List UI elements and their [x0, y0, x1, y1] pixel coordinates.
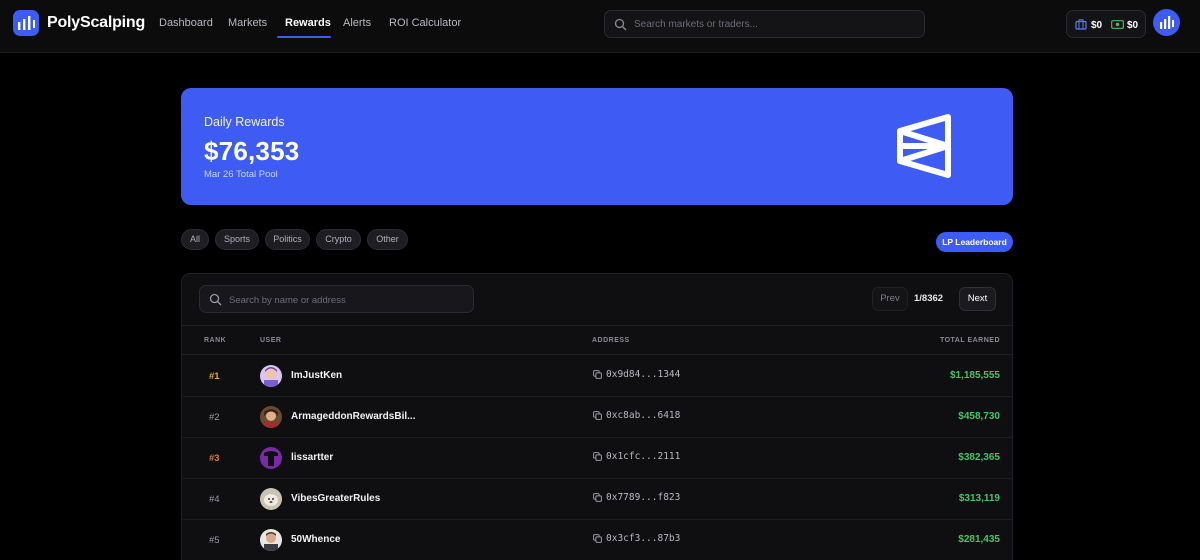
top-navbar: PolyScalping Dashboard Markets Rewards A…: [0, 0, 1200, 53]
next-page-button[interactable]: Next: [959, 287, 996, 311]
copy-icon[interactable]: [593, 493, 602, 502]
username[interactable]: ArmageddonRewardsBil...: [291, 411, 415, 422]
rank-cell: #4: [209, 494, 220, 505]
page-indicator: 1/8362: [914, 293, 944, 304]
daily-rewards-banner: Daily Rewards $76,353 Mar 26 Total Pool: [181, 88, 1013, 205]
leaderboard-search-placeholder: Search by name or address: [229, 295, 346, 306]
nav-rewards[interactable]: Rewards: [285, 17, 331, 29]
user-avatar-image: [260, 365, 282, 387]
filter-politics[interactable]: Politics: [265, 229, 310, 250]
user-avatar[interactable]: [1153, 9, 1180, 36]
leaderboard-panel: Search by name or address Prev 1/8362 Ne…: [181, 273, 1013, 560]
user-avatar-image: [260, 447, 282, 469]
table-row[interactable]: #2 ArmageddonRewardsBil... 0xc8ab...6418…: [182, 397, 1012, 438]
leaderboard-search-input[interactable]: Search by name or address: [199, 285, 474, 313]
user-avatar-image: [260, 488, 282, 510]
logo-icon[interactable]: [13, 10, 39, 36]
table-header: RANK USER ADDRESS TOTAL EARNED: [182, 325, 1012, 355]
user-avatar-image: [260, 406, 282, 428]
rank-cell: #3: [209, 453, 220, 464]
total-earned: $313,119: [958, 493, 1000, 504]
nav-active-indicator: [277, 36, 331, 38]
polymarket-logo-icon: [897, 114, 951, 178]
filter-sports[interactable]: Sports: [215, 229, 259, 250]
portfolio-value: $0: [1091, 20, 1103, 31]
header-total-earned: TOTAL EARNED: [939, 337, 1000, 344]
filter-other[interactable]: Other: [367, 229, 408, 250]
wallet-address: 0x9d84...1344: [606, 369, 681, 380]
total-earned: $1,185,555: [949, 370, 1000, 381]
nav-alerts[interactable]: Alerts: [343, 17, 371, 29]
wallet-balance[interactable]: $0 $0: [1066, 10, 1146, 38]
nav-roi-calculator[interactable]: ROI Calculator: [389, 17, 461, 29]
filter-all[interactable]: All: [181, 229, 209, 250]
search-icon: [614, 18, 627, 31]
global-search-input[interactable]: Search markets or traders...: [604, 10, 925, 38]
copy-icon[interactable]: [593, 370, 602, 379]
header-rank: RANK: [204, 337, 227, 344]
total-earned: $382,365: [958, 452, 1000, 463]
total-earned: $458,730: [958, 411, 1000, 422]
wallet-address: 0x7789...f823: [606, 492, 681, 503]
banner-label: Daily Rewards: [204, 115, 285, 129]
wallet-address: 0x3cf3...87b3: [606, 533, 681, 544]
username[interactable]: VibesGreaterRules: [291, 493, 380, 504]
brand-name[interactable]: PolyScalping: [47, 14, 145, 32]
nav-markets[interactable]: Markets: [228, 17, 267, 29]
wallet-address: 0x1cfc...2111: [606, 451, 681, 462]
user-avatar-image: [260, 529, 282, 551]
copy-icon[interactable]: [593, 534, 602, 543]
banner-subtitle: Mar 26 Total Pool: [204, 169, 278, 180]
header-address: ADDRESS: [592, 337, 630, 344]
username[interactable]: 50Whence: [291, 534, 340, 545]
wallet-address: 0xc8ab...6418: [606, 410, 681, 421]
total-earned: $281,435: [958, 534, 1000, 545]
cash-icon: [1111, 20, 1124, 29]
copy-icon[interactable]: [593, 452, 602, 461]
banner-amount: $76,353: [204, 136, 300, 166]
table-row[interactable]: #1 ImJustKen 0x9d84...1344 $1,185,555: [182, 356, 1012, 397]
search-icon: [209, 293, 222, 306]
table-row[interactable]: #3 lissartter 0x1cfc...2111 $382,365: [182, 438, 1012, 479]
search-placeholder: Search markets or traders...: [634, 19, 758, 30]
rank-cell: #5: [209, 535, 220, 546]
portfolio-icon: [1075, 19, 1087, 30]
username[interactable]: ImJustKen: [291, 370, 342, 381]
filter-crypto[interactable]: Crypto: [316, 229, 361, 250]
rank-cell: #2: [209, 412, 220, 423]
table-row[interactable]: #5 50Whence 0x3cf3...87b3 $281,435: [182, 520, 1012, 560]
prev-page-button[interactable]: Prev: [872, 287, 908, 311]
cash-value: $0: [1127, 20, 1139, 31]
lp-leaderboard-button[interactable]: LP Leaderboard: [936, 232, 1013, 252]
rank-cell: #1: [209, 371, 220, 382]
copy-icon[interactable]: [593, 411, 602, 420]
table-row[interactable]: #4 VibesGreaterRules 0x7789...f823 $313,…: [182, 479, 1012, 520]
header-user: USER: [260, 337, 282, 344]
username[interactable]: lissartter: [291, 452, 333, 463]
nav-dashboard[interactable]: Dashboard: [159, 17, 213, 29]
